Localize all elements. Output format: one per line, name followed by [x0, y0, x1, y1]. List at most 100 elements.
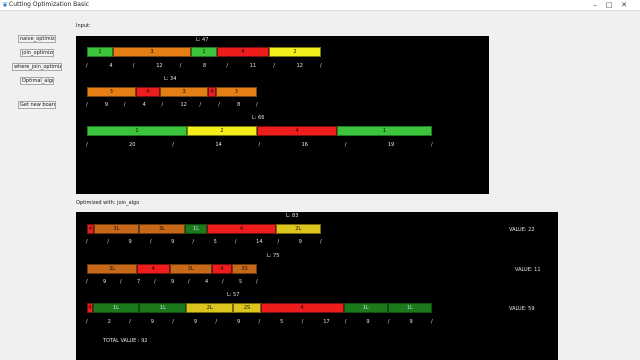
- cut-tick-label: /: [154, 279, 156, 285]
- cut-tick-label: /: [301, 319, 304, 325]
- board-bar: 1241: [87, 126, 432, 136]
- cut-tick-label: 9: [298, 239, 302, 245]
- board-segment: 1: [190, 47, 217, 57]
- cut-tick-label: 12: [296, 63, 303, 69]
- cut-tick-label: /: [86, 142, 88, 148]
- board-segment: 1L: [387, 303, 432, 313]
- cut-tick-label: /: [161, 102, 164, 108]
- cut-tick-label: 9: [409, 319, 413, 325]
- board-segment: 3L: [139, 224, 185, 234]
- cut-tick-label: 4: [205, 279, 209, 285]
- cut-tick-label: 5: [239, 279, 243, 285]
- minimize-button[interactable]: –: [589, 0, 601, 10]
- board-segment: 3: [113, 47, 191, 57]
- board-bar: 3L 4 3L 4 3S: [87, 264, 257, 274]
- board-segment: 4: [87, 224, 94, 234]
- cut-tick-label: /: [344, 319, 347, 325]
- cut-tick-label: 20: [129, 142, 136, 148]
- maximize-button[interactable]: □: [603, 0, 615, 10]
- cut-tick-label: 8: [237, 102, 241, 108]
- cut-tick-label: /: [215, 319, 218, 325]
- board-segment: 1: [336, 126, 432, 136]
- get-new-boards-button[interactable]: Get new boards: [18, 101, 56, 109]
- naive-optimize-button[interactable]: naive_optimize: [18, 35, 56, 43]
- cut-tick-label: /: [129, 319, 131, 325]
- title-bar: ❦ Cutting Optimization Basic – □ ✕: [0, 0, 640, 11]
- cut-tick-label: 8: [203, 63, 207, 69]
- cut-tick-label: 9: [103, 279, 107, 285]
- cut-tick-label: 9: [150, 319, 154, 325]
- cut-tick-label: /: [172, 319, 174, 325]
- board-segment: 1: [87, 126, 187, 136]
- cut-tick-label: 9: [366, 319, 370, 325]
- cut-tick-label: 17: [323, 319, 330, 325]
- cut-tick-label: 9: [171, 279, 175, 285]
- board-segment: 1: [87, 47, 113, 57]
- close-button[interactable]: ✕: [618, 0, 630, 10]
- board-segment: 4: [256, 126, 337, 136]
- cut-tick-label: /: [256, 102, 258, 108]
- where-join-optimize-button[interactable]: where_join_optimize: [12, 63, 62, 71]
- board-length-label: L: 47: [196, 37, 209, 43]
- cut-tick-label: /: [431, 142, 433, 148]
- input-canvas: L: 47 1 3 1 4 2/4/12/8/11/12/L: 34 3 4 3 4 3/9/4/1…: [76, 36, 489, 194]
- board-segment: 2L: [275, 224, 321, 234]
- cut-tick-label: /: [431, 319, 433, 325]
- board-length-label: L: 66: [252, 115, 265, 121]
- window-title: Cutting Optimization Basic: [9, 1, 90, 8]
- cut-tick-label: /: [179, 63, 182, 69]
- cut-tick-label: /: [344, 142, 347, 148]
- cut-tick-label: 14: [215, 142, 222, 148]
- board-segment: 3L: [93, 224, 140, 234]
- cut-tick-label: 5: [213, 239, 217, 245]
- board-length-label: L: 57: [227, 292, 240, 298]
- cut-tick-label: /: [218, 102, 220, 108]
- board-length-label: L: 34: [164, 76, 177, 82]
- cut-tick-label: 2: [107, 319, 111, 325]
- cut-tick-label: /: [107, 239, 109, 245]
- optimized-canvas: TOTAL VALUE : 92 L: 83 4 3L 3L 1L 4 2L //9/9/5/…: [76, 212, 558, 360]
- board-bar: 34343: [87, 87, 257, 97]
- board-segment: 1L: [184, 224, 208, 234]
- board-segment: 4: [135, 87, 160, 97]
- cut-tick-label: 9: [236, 319, 241, 325]
- cut-tick-label: /: [258, 319, 261, 325]
- board-length-label: L: 83: [286, 213, 299, 219]
- board-segment: 2S: [233, 303, 261, 313]
- cut-tick-label: 9: [193, 319, 197, 325]
- cut-tick-label: /: [132, 63, 135, 69]
- board-segment: 3L: [169, 264, 212, 274]
- board-bar: 4 3L 3L 1L 4 2L: [87, 224, 321, 234]
- board-segment: 3L: [87, 264, 137, 274]
- optimized-heading: Optimized with: join_algo: [76, 200, 140, 206]
- feather-icon: ❦: [2, 1, 8, 9]
- join-optimize-button[interactable]: join_optimize: [20, 49, 54, 57]
- board-value-label: VALUE: 11: [515, 267, 541, 273]
- cut-tick-label: 9: [104, 102, 109, 108]
- board-segment: 3S: [232, 264, 257, 274]
- cut-tick-label: /: [86, 279, 88, 285]
- cut-tick-label: 19: [387, 142, 395, 148]
- optimal-algo-button[interactable]: Optimal_algo: [20, 77, 54, 85]
- cut-tick-label: /: [123, 102, 126, 108]
- cut-tick-label: 4: [109, 63, 113, 69]
- cut-tick-label: 12: [180, 102, 187, 108]
- cut-tick-label: /: [120, 279, 122, 285]
- board-bar: 4 1L 1L 2L 2S 4 1L 1L: [87, 303, 432, 313]
- board-length-label: L: 75: [267, 253, 280, 259]
- cut-tick-label: 12: [156, 63, 163, 69]
- cut-tick-label: 16: [301, 142, 308, 148]
- board-segment: 3: [87, 87, 136, 97]
- cut-tick-label: 7: [137, 279, 141, 285]
- cut-tick-label: /: [277, 239, 280, 245]
- board-segment: 4: [212, 264, 232, 274]
- board-segment: 2: [268, 47, 321, 57]
- cut-tick-label: /: [192, 239, 195, 245]
- board-bar: 13142: [87, 47, 321, 57]
- cut-tick-label: 14: [256, 239, 263, 245]
- board-segment: 1L: [139, 303, 187, 313]
- total-value: TOTAL VALUE : 92: [103, 338, 148, 344]
- cut-tick-label: /: [188, 279, 190, 285]
- cut-tick-label: 9: [171, 239, 175, 245]
- board-segment: 4: [216, 47, 269, 57]
